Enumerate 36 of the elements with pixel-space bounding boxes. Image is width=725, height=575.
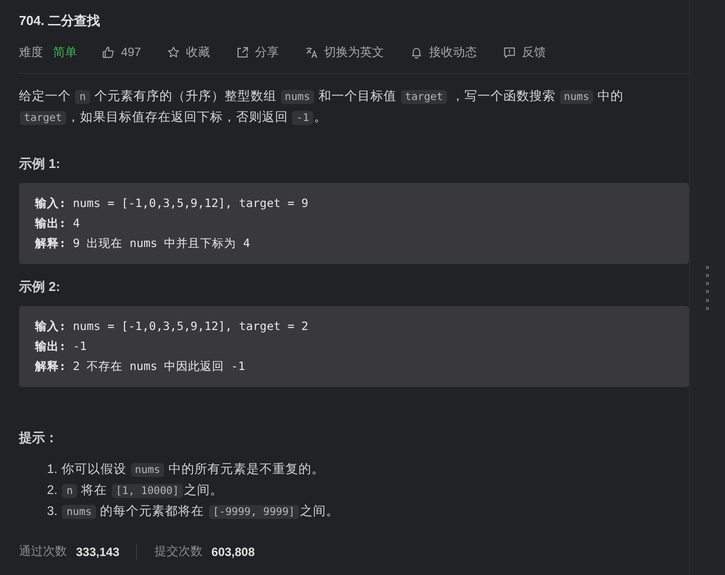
hint-text: 你可以假设 nums 中的所有元素是不重复的。	[61, 461, 325, 479]
thumbs-up-icon	[102, 46, 115, 58]
list-number: 2.	[47, 482, 58, 499]
hint-text: n 将在 [1, 10000] 之间。	[61, 480, 223, 501]
stat-label: 通过次数	[19, 543, 67, 560]
stat-label: 提交次数	[154, 543, 202, 560]
share-icon	[236, 46, 250, 58]
feedback-button[interactable]: 反馈	[503, 44, 546, 60]
example-heading: 示例 2:	[19, 278, 60, 296]
favorite-button[interactable]: 收藏	[167, 44, 210, 60]
hint-text: nums 的每个元素都将在 [-9999, 9999] 之间。	[61, 501, 339, 522]
like-button[interactable]: 497	[102, 45, 142, 59]
list-number: 1.	[47, 461, 58, 478]
example-line: 解释: 9 出现在 nums 中并且下标为 4	[35, 235, 250, 252]
list-number: 3.	[47, 503, 58, 520]
example-line: 输出: -1	[35, 338, 87, 355]
example-line: 输入: nums = [-1,0,3,5,9,12], target = 9	[35, 195, 308, 212]
bell-icon	[410, 46, 424, 58]
example-line: 输出: 4	[35, 215, 80, 232]
feedback-icon	[503, 46, 516, 58]
share-button[interactable]: 分享	[236, 44, 280, 60]
stat-value: 603,808	[211, 544, 255, 558]
problem-description: 给定一个 n 个元素有序的（升序）整型数组 nums 和一个目标值 target ，写一个函数搜索 nums 中的 target ，如果目标值存在返回下标，否则返回 -1 。	[19, 88, 625, 127]
example-line: 解释: 2 不存在 nums 中因此返回 -1	[35, 358, 246, 375]
difficulty-value: 简单	[53, 44, 77, 60]
notify-button[interactable]: 接收动态	[410, 44, 478, 60]
stat-value: 333,143	[76, 544, 120, 558]
drag-handle-icon[interactable]	[706, 266, 709, 310]
difficulty-label: 难度	[19, 44, 43, 60]
example-heading: 示例 1:	[19, 155, 60, 173]
star-icon	[167, 46, 180, 58]
translate-icon	[305, 46, 318, 58]
problem-title: 704. 二分查找	[19, 12, 100, 30]
translate-button[interactable]: 切换为英文	[305, 44, 384, 60]
example-line: 输入: nums = [-1,0,3,5,9,12], target = 2	[35, 318, 308, 335]
hints-heading: 提示：	[19, 429, 58, 447]
